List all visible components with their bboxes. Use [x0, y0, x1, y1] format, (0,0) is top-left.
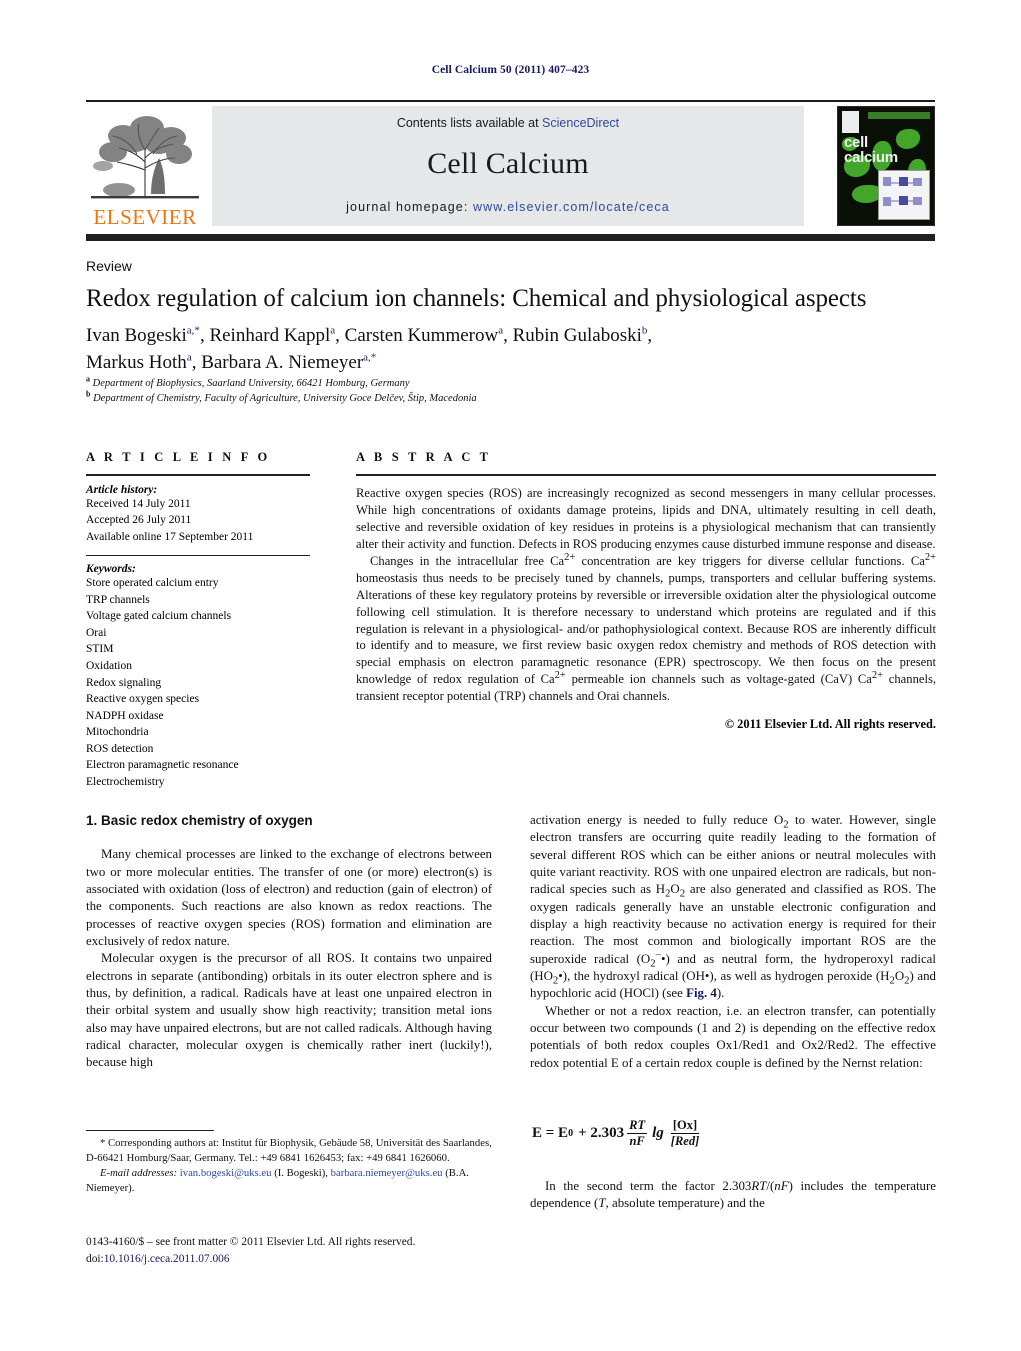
abstract-paragraph: Changes in the intracellular free Ca2+ c…: [356, 551, 937, 704]
author-line-1: Ivan Bogeskia,*, Reinhard Kappla, Carste…: [86, 324, 653, 346]
contents-prefix: Contents lists available at: [396, 116, 543, 130]
keyword-item: Reactive oxygen species: [86, 693, 200, 706]
front-matter-line: 0143-4160/$ – see front matter © 2011 El…: [86, 1236, 416, 1248]
sciencedirect-link[interactable]: ScienceDirect: [542, 116, 619, 130]
keyword-item: Orai: [86, 626, 107, 639]
journal-homepage-line: journal homepage: www.elsevier.com/locat…: [346, 200, 670, 214]
article-history-label: Article history:: [86, 484, 158, 496]
keyword-item: TRP channels: [86, 593, 150, 606]
equation-ox: [Ox]: [670, 1118, 700, 1134]
corresponding-author-note: * Corresponding authors at: Institut für…: [86, 1137, 492, 1165]
equation-log-operator: lg: [652, 1125, 664, 1141]
cover-title: cell calcium: [844, 135, 898, 166]
email-link-bogeski[interactable]: ivan.bogeski@uks.eu: [180, 1167, 272, 1179]
author-list: Ivan Bogeskia,*, Reinhard Kappla, Carste…: [86, 323, 886, 377]
cover-top-strip: [868, 112, 930, 119]
keyword-item: STIM: [86, 643, 114, 656]
masthead-bottom-rule: [86, 234, 935, 241]
equation-fraction-ox-red: [Ox] [Red]: [669, 1118, 701, 1149]
footnote-rule: [86, 1130, 214, 1132]
author-line-2: Markus Hotha, Barbara A. Niemeyera,*: [86, 351, 377, 373]
article-type: Review: [86, 258, 132, 274]
nernst-equation: E = E0 + 2.303 RT nF lg [Ox] [Red]: [532, 1118, 701, 1149]
copyright-line: © 2011 Elsevier Ltd. All rights reserved…: [724, 717, 936, 732]
article-info-rule: [86, 474, 310, 476]
keyword-item: Electron paramagnetic resonance: [86, 759, 239, 772]
equation-rt: RT: [627, 1118, 648, 1134]
keywords-rule: [86, 554, 310, 557]
email-owner-bogeski: (I. Bogeski),: [274, 1167, 328, 1180]
cover-title-line-2: calcium: [844, 149, 898, 167]
keyword-item: NADPH oxidase: [86, 709, 164, 722]
article-info-heading: A R T I C L E I N F O: [86, 450, 271, 464]
footnote-block: * Corresponding authors at: Institut für…: [86, 1136, 492, 1196]
body-paragraph: activation energy is needed to fully red…: [530, 813, 937, 1001]
article-page: Cell Calcium 50 (2011) 407–423 ELSEVIER …: [0, 0, 1021, 1351]
email-label: E-mail addresses:: [100, 1167, 178, 1180]
body-paragraph: Whether or not a redox reaction, i.e. an…: [530, 1003, 936, 1070]
elsevier-wordmark: ELSEVIER: [93, 205, 197, 229]
keyword-item: Redox signaling: [86, 676, 162, 689]
keyword-item: Electrochemistry: [86, 775, 165, 788]
history-available-online: Available online 17 September 2011: [86, 530, 254, 543]
running-head: Cell Calcium 50 (2011) 407–423: [431, 64, 590, 76]
email-addresses-note: E-mail addresses: ivan.bogeski@uks.eu (I…: [86, 1166, 492, 1196]
abstract-paragraph: Reactive oxygen species (ROS) are increa…: [356, 486, 936, 551]
keyword-item: Voltage gated calcium channels: [86, 610, 232, 623]
keyword-item: Mitochondria: [86, 726, 149, 739]
cover-title-line-1: cell: [844, 134, 868, 151]
cover-inset-figure: [878, 170, 930, 220]
body-paragraph: Molecular oxygen is the precursor of all…: [86, 951, 492, 1070]
equation-nf: nF: [629, 1134, 645, 1148]
equation-red: [Red]: [670, 1134, 700, 1148]
history-accepted: Accepted 26 July 2011: [86, 514, 192, 527]
affiliations: a Department of Biophysics, Saarland Uni…: [86, 374, 886, 406]
keyword-item: ROS detection: [86, 742, 154, 755]
equation-fraction-rt-nf: RT nF: [627, 1118, 648, 1149]
cover-publisher-mark: [842, 111, 859, 133]
history-received: Received 14 July 2011: [86, 498, 191, 510]
elsevier-tree-icon: [91, 116, 199, 199]
body-paragraph: Many chemical processes are linked to th…: [86, 847, 492, 948]
page-title: Redox regulation of calcium ion channels…: [86, 285, 867, 312]
cover-inset-diagram-icon: [883, 177, 922, 206]
doi-link[interactable]: 10.1016/j.ceca.2011.07.006: [104, 1253, 230, 1265]
abstract-rule: [356, 474, 936, 476]
body-right-column: activation energy is needed to fully red…: [530, 812, 936, 1072]
abstract-column: A B S T R A C T Reactive oxygen species …: [356, 450, 936, 732]
journal-title: Cell Calcium: [427, 147, 589, 180]
abstract-body: Reactive oxygen species (ROS) are increa…: [356, 485, 936, 705]
journal-band: Contents lists available at ScienceDirec…: [212, 106, 804, 226]
article-info-column: A R T I C L E I N F O Article history: R…: [86, 450, 310, 790]
masthead-top-rule: [86, 100, 935, 102]
affiliation-b: b Department of Chemistry, Faculty of Ag…: [86, 389, 477, 405]
keywords-label: Keywords:: [86, 563, 136, 576]
homepage-prefix: journal homepage:: [346, 200, 473, 214]
body-left-column: 1. Basic redox chemistry of oxygen Many …: [86, 812, 492, 1072]
elsevier-logo: ELSEVIER: [86, 106, 204, 228]
equation-lhs: E = E: [532, 1125, 569, 1141]
keyword-item: Oxidation: [86, 660, 132, 673]
journal-masthead: ELSEVIER Contents lists available at Sci…: [86, 104, 935, 228]
body-paragraph: In the second term the factor 2.303RT/(n…: [530, 1179, 937, 1211]
journal-homepage-link[interactable]: www.elsevier.com/locate/ceca: [473, 200, 670, 214]
doi-line: doi:10.1016/j.ceca.2011.07.006: [86, 1251, 516, 1268]
section-heading: 1. Basic redox chemistry of oxygen: [86, 813, 313, 828]
contents-available-line: Contents lists available at ScienceDirec…: [397, 116, 619, 130]
equation-plus-term: + 2.303: [578, 1125, 625, 1141]
email-link-niemeyer[interactable]: barbara.niemeyer@uks.eu: [331, 1167, 443, 1179]
abstract-heading: A B S T R A C T: [356, 450, 492, 464]
journal-cover-thumbnail: cell calcium: [837, 106, 935, 226]
keyword-item: Store operated calcium entry: [86, 577, 219, 590]
affiliation-a: a Department of Biophysics, Saarland Uni…: [86, 374, 410, 389]
imprint-block: 0143-4160/$ – see front matter © 2011 El…: [86, 1234, 516, 1267]
doi-label: doi:: [86, 1252, 104, 1265]
